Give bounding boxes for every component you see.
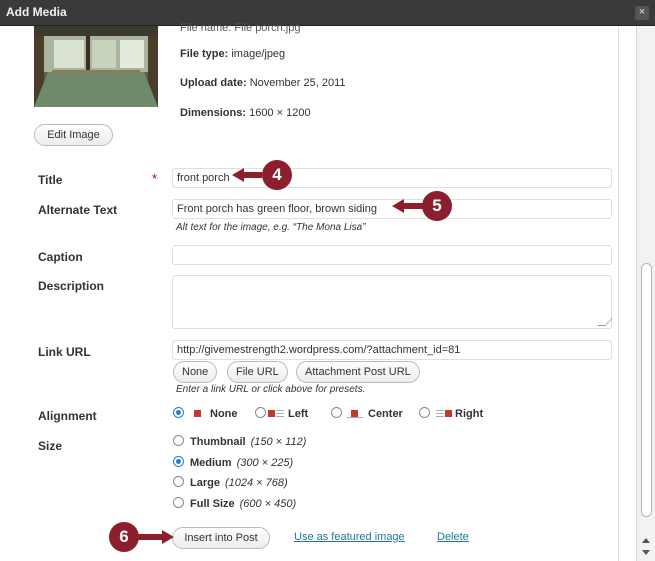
callout-arrow-6 [138, 530, 174, 544]
size-medium-dims: (300 × 225) [236, 457, 294, 469]
align-right-icon [436, 409, 452, 418]
dimensions-meta: Dimensions: 1600 × 1200 [180, 107, 311, 119]
callout-5-badge: 5 [422, 191, 452, 221]
caption-label: Caption [38, 250, 83, 264]
description-label: Description [38, 279, 105, 293]
align-center-radio[interactable] [331, 407, 342, 418]
size-medium-radio[interactable] [173, 456, 184, 467]
dimensions-value: 1600 × 1200 [249, 107, 311, 119]
align-left-label[interactable]: Left [288, 408, 308, 420]
scroll-down-icon[interactable] [642, 550, 650, 555]
title-label: Title [38, 173, 63, 187]
align-left-icon [268, 409, 284, 418]
delete-link[interactable]: Delete [437, 531, 469, 543]
align-left-radio[interactable] [255, 407, 266, 418]
required-marker: * [152, 171, 158, 186]
dimensions-label: Dimensions: [180, 107, 247, 119]
link-url-label: Link URL [38, 345, 91, 359]
resize-grip-icon[interactable] [597, 318, 613, 326]
size-full-name: Full Size [190, 498, 235, 510]
alt-text-label: Alternate Text [38, 203, 118, 217]
size-thumbnail-radio[interactable] [173, 435, 184, 446]
size-full-label[interactable]: Full Size (600 × 450) [190, 498, 296, 510]
file-type-meta: File type: image/jpeg [180, 48, 285, 60]
dialog-title: Add Media [6, 5, 67, 19]
alt-text-help: Alt text for the image, e.g. “The Mona L… [176, 222, 366, 233]
size-label: Size [38, 439, 63, 453]
scroll-up-icon[interactable] [642, 538, 650, 543]
size-large-radio[interactable] [173, 476, 184, 487]
link-none-button[interactable]: None [173, 361, 218, 383]
caption-input[interactable] [172, 245, 612, 265]
size-large-label[interactable]: Large (1024 × 768) [190, 477, 288, 489]
alignment-label: Alignment [38, 409, 97, 423]
size-full-dims: (600 × 450) [239, 498, 297, 510]
divider [618, 26, 619, 561]
file-type-value: image/jpeg [231, 48, 286, 60]
link-file-url-button[interactable]: File URL [227, 361, 288, 383]
size-thumbnail-label[interactable]: Thumbnail (150 × 112) [190, 436, 306, 448]
align-none-radio[interactable] [173, 407, 184, 418]
align-center-label[interactable]: Center [368, 408, 403, 420]
align-right-radio[interactable] [419, 407, 430, 418]
file-type-label: File type: [180, 48, 229, 60]
callout-6-badge: 6 [109, 522, 139, 552]
dialog-titlebar: Add Media × [0, 0, 655, 26]
size-medium-label[interactable]: Medium (300 × 225) [190, 457, 293, 469]
size-medium-name: Medium [190, 457, 232, 469]
description-textarea[interactable] [172, 275, 613, 329]
link-url-input[interactable]: http://givemestrength2.wordpress.com/?at… [172, 340, 612, 360]
align-right-label[interactable]: Right [455, 408, 483, 420]
callout-4-badge: 4 [262, 160, 292, 190]
use-as-featured-image-link[interactable]: Use as featured image [294, 531, 405, 543]
callout-arrow-5 [392, 199, 424, 213]
align-none-icon [190, 409, 206, 418]
link-attachment-post-url-button[interactable]: Attachment Post URL [296, 361, 420, 383]
align-center-icon [347, 409, 363, 418]
dialog-content: File name: File porch.jpg File type: ima… [0, 22, 636, 561]
edit-image-button[interactable]: Edit Image [34, 124, 113, 146]
upload-date-meta: Upload date: November 25, 2011 [180, 77, 346, 89]
scrollbar-thumb[interactable] [641, 263, 652, 517]
vertical-scrollbar[interactable] [636, 26, 655, 561]
size-thumbnail-name: Thumbnail [190, 436, 246, 448]
callout-arrow-4 [232, 168, 262, 182]
insert-into-post-button[interactable]: Insert into Post [172, 527, 270, 549]
upload-date-label: Upload date: [180, 77, 247, 89]
link-url-help: Enter a link URL or click above for pres… [176, 384, 366, 395]
upload-date-value: November 25, 2011 [249, 77, 346, 89]
size-large-name: Large [190, 477, 220, 489]
size-thumbnail-dims: (150 × 112) [250, 436, 307, 448]
size-large-dims: (1024 × 768) [224, 477, 288, 489]
file-name-meta: File name: File porch.jpg [180, 22, 301, 34]
align-none-label[interactable]: None [210, 408, 238, 420]
size-full-radio[interactable] [173, 497, 184, 508]
porch-photo [34, 26, 158, 107]
image-thumbnail [34, 26, 158, 107]
close-icon[interactable]: × [635, 6, 649, 20]
